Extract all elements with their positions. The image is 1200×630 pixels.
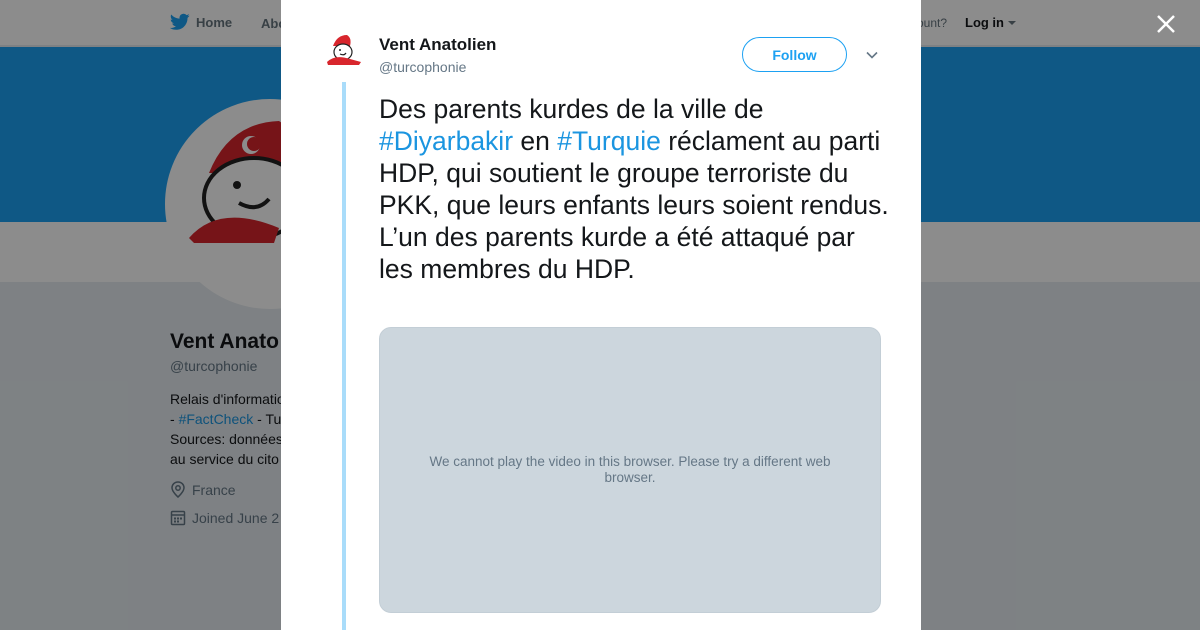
- author-name[interactable]: Vent Anatolien: [379, 35, 496, 55]
- close-icon[interactable]: [1152, 10, 1180, 38]
- video-error-message: We cannot play the video in this browser…: [429, 454, 831, 485]
- author-handle[interactable]: @turcophonie: [379, 59, 466, 75]
- hashtag-link[interactable]: #Diyarbakir: [379, 126, 513, 156]
- hashtag-link[interactable]: #Turquie: [557, 126, 661, 156]
- chevron-down-icon[interactable]: [864, 47, 880, 63]
- follow-button[interactable]: Follow: [742, 37, 847, 72]
- tweet-modal: Vent Anatolien @turcophonie Follow Des p…: [281, 0, 921, 630]
- thread-line: [342, 82, 346, 630]
- tweet-text-segment: en: [513, 126, 558, 156]
- tweet-text-segment: Des parents kurdes de la ville de: [379, 94, 764, 124]
- video-player[interactable]: We cannot play the video in this browser…: [379, 327, 881, 613]
- author-avatar[interactable]: [325, 32, 363, 70]
- tweet-text: Des parents kurdes de la ville de #Diyar…: [379, 93, 889, 285]
